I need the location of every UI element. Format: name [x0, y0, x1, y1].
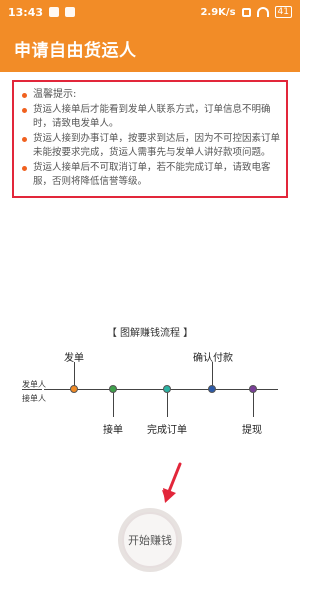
- mute-icon: [241, 7, 251, 17]
- notice-title-row: 温馨提示:: [22, 88, 280, 102]
- app-header: 申请自由货运人: [0, 24, 300, 72]
- start-button-ring: 开始赚钱: [118, 508, 182, 572]
- page-title: 申请自由货运人: [14, 40, 137, 61]
- step-label-withdraw: 提现: [242, 425, 262, 436]
- step-label-accept: 接单: [103, 425, 123, 436]
- start-earning-button[interactable]: 开始赚钱: [122, 512, 178, 568]
- status-bar: 13:43 2.9K/s 41: [0, 0, 300, 24]
- flow-stem: [113, 389, 114, 417]
- bullet-icon: [22, 108, 27, 113]
- network-speed: 2.9K/s: [200, 6, 236, 18]
- app-notification-icon: [49, 7, 60, 17]
- bullet-icon: [22, 92, 27, 98]
- role-divider: [22, 389, 42, 390]
- wifi-icon: [256, 7, 269, 17]
- status-left: 13:43: [8, 5, 76, 19]
- flow-node-complete: [163, 385, 171, 393]
- notice-text: 货运人接单后才能看到发单人联系方式，订单信息不明确时，请致电发单人。: [33, 104, 271, 129]
- flow-stem: [167, 389, 168, 417]
- flow-caption: 【 图解赚钱流程 】: [106, 328, 194, 339]
- role-label-acceptor: 接单人: [22, 394, 46, 403]
- notice-title: 温馨提示:: [33, 89, 77, 100]
- notice-box: 温馨提示: 货运人接单后才能看到发单人联系方式，订单信息不明确时，请致电发单人。…: [12, 80, 288, 198]
- start-earning-label: 开始赚钱: [128, 534, 172, 547]
- step-label-confirm: 确认付款: [193, 353, 233, 364]
- notice-text: 货运人接到办事订单，按要求到达后，因为不可控因素订单未能按要求完成，货运人需事先…: [33, 133, 281, 158]
- step-label-complete: 完成订单: [147, 425, 187, 436]
- battery-icon: 41: [274, 6, 292, 18]
- notice-item: 货运人接到办事订单，按要求到达后，因为不可控因素订单未能按要求完成，货运人需事先…: [22, 132, 280, 160]
- flow-stem: [253, 389, 254, 417]
- notice-text: 货运人接单后不可取消订单，若不能完成订单，请致电客服，否则将降低信誉等级。: [33, 162, 271, 187]
- status-right: 2.9K/s 41: [200, 6, 292, 18]
- step-label-publish: 发单: [64, 353, 84, 364]
- bullet-icon: [22, 166, 27, 171]
- flow-timeline: [44, 389, 278, 390]
- status-time: 13:43: [8, 5, 44, 19]
- flow-node-withdraw: [249, 385, 257, 393]
- flow-node-confirm: [208, 385, 216, 393]
- bullet-icon: [22, 137, 27, 142]
- pointer-arrow-icon: [162, 462, 182, 503]
- notice-item: 货运人接单后才能看到发单人联系方式，订单信息不明确时，请致电发单人。: [22, 103, 280, 131]
- message-notification-icon: [65, 7, 76, 17]
- flow-node-accept: [109, 385, 117, 393]
- notice-item: 货运人接单后不可取消订单，若不能完成订单，请致电客服，否则将降低信誉等级。: [22, 161, 280, 189]
- flow-node-publish: [70, 385, 78, 393]
